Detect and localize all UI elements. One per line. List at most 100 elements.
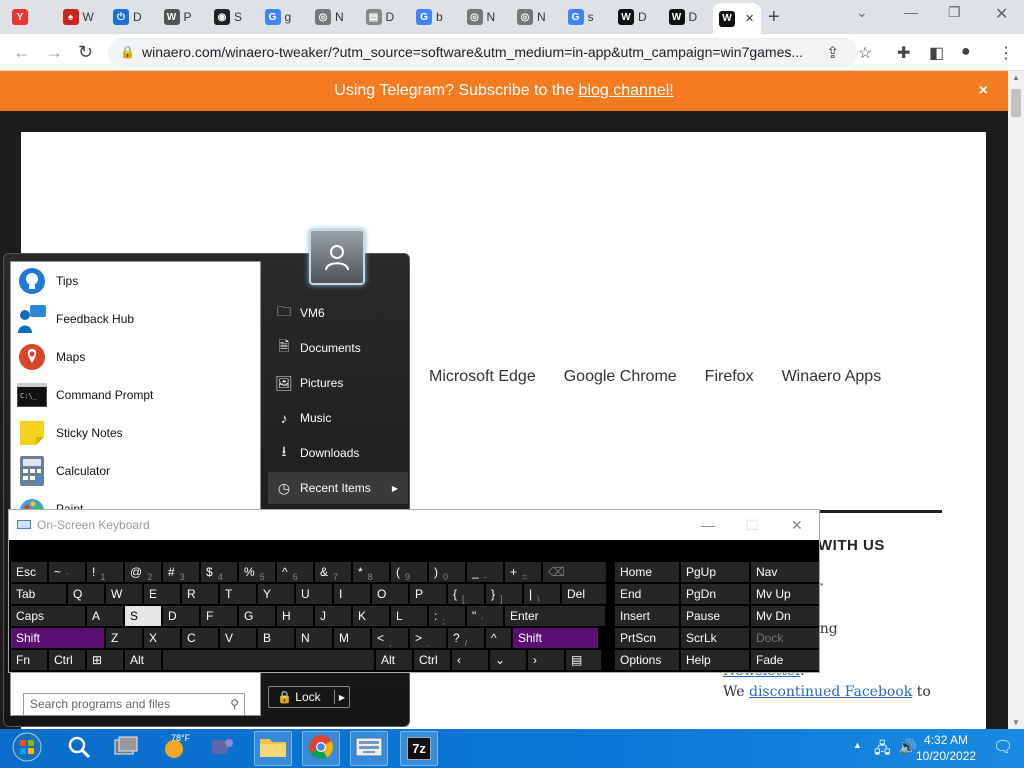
key-enter[interactable]: Enter bbox=[505, 606, 605, 626]
key-x[interactable]: X bbox=[144, 628, 180, 648]
key-<[interactable]: <, bbox=[372, 628, 408, 648]
key-home[interactable]: Home bbox=[615, 562, 679, 582]
key-space[interactable] bbox=[163, 650, 374, 670]
osk-close-button[interactable]: ✕ bbox=[791, 510, 803, 540]
key-end[interactable]: End bbox=[615, 584, 679, 604]
osk-minimize-button[interactable]: — bbox=[701, 510, 715, 540]
key-w[interactable]: W bbox=[106, 584, 142, 604]
browser-tab[interactable]: Gs bbox=[562, 5, 610, 29]
network-icon[interactable]: 🖧 bbox=[874, 738, 891, 763]
browser-tab[interactable]: W ✕ bbox=[713, 3, 761, 34]
key-nav[interactable]: Nav bbox=[751, 562, 819, 582]
key-‹[interactable]: ‹ bbox=[452, 650, 488, 670]
back-button[interactable]: ← bbox=[13, 42, 31, 63]
side-panel-icon[interactable]: ◧ bbox=[929, 43, 944, 63]
browser-tab[interactable]: Gg bbox=[259, 5, 307, 29]
browser-tab[interactable]: ◎ N bbox=[461, 5, 509, 29]
key-o[interactable]: O bbox=[372, 584, 408, 604]
key-s[interactable]: S bbox=[125, 606, 161, 626]
key-)[interactable]: ) 0 bbox=[429, 562, 465, 582]
key-p[interactable]: P bbox=[410, 584, 446, 604]
key-|[interactable]: | \ bbox=[524, 584, 560, 604]
banner-close-button[interactable]: × bbox=[979, 71, 988, 111]
show-hidden-icons-icon[interactable]: ▲ bbox=[853, 740, 862, 750]
browser-tab[interactable]: WD bbox=[663, 5, 711, 29]
key-&[interactable]: & 7 bbox=[315, 562, 351, 582]
key-›[interactable]: › bbox=[528, 650, 564, 670]
key-![interactable]: ! 1 bbox=[87, 562, 123, 582]
key-^[interactable]: ^ bbox=[486, 628, 511, 648]
key-m[interactable]: M bbox=[334, 628, 370, 648]
browser-tab[interactable]: WP bbox=[158, 5, 206, 29]
taskbar-task-view[interactable] bbox=[107, 731, 145, 766]
key-k[interactable]: K bbox=[353, 606, 389, 626]
program-maps[interactable]: Maps bbox=[11, 338, 260, 376]
volume-icon[interactable]: 🔊 bbox=[898, 738, 917, 756]
site-nav-link[interactable]: Firefox bbox=[705, 368, 754, 386]
key-t[interactable]: T bbox=[220, 584, 256, 604]
key-insert[interactable]: Insert bbox=[615, 606, 679, 626]
key-n[interactable]: N bbox=[296, 628, 332, 648]
place-documents[interactable]: 🗎 Documents bbox=[268, 332, 408, 364]
key-$[interactable]: $4 bbox=[201, 562, 237, 582]
program-command-prompt[interactable]: C:\_ Command Prompt bbox=[11, 376, 260, 414]
key-scrlk[interactable]: ScrLk bbox=[681, 628, 749, 648]
place-pictures[interactable]: 🖼 Pictures bbox=[268, 367, 408, 399]
key-mv-up[interactable]: Mv Up bbox=[751, 584, 819, 604]
program-feedback-hub[interactable]: Feedback Hub bbox=[11, 300, 260, 338]
key-?[interactable]: ? / bbox=[448, 628, 484, 648]
key-alt[interactable]: Alt bbox=[125, 650, 161, 670]
key-pgup[interactable]: PgUp bbox=[681, 562, 749, 582]
key-⌫[interactable]: ⌫ bbox=[543, 562, 606, 582]
lock-button[interactable]: 🔒 Lock ▶ bbox=[268, 686, 350, 708]
key-mv-dn[interactable]: Mv Dn bbox=[751, 606, 819, 626]
taskbar-7zip[interactable]: 7z bbox=[400, 731, 438, 766]
key-f[interactable]: F bbox=[201, 606, 237, 626]
key-y[interactable]: Y bbox=[258, 584, 294, 604]
key-shift[interactable]: Shift bbox=[513, 628, 598, 648]
key-*[interactable]: * 8 bbox=[353, 562, 389, 582]
forward-button[interactable]: → bbox=[45, 42, 63, 63]
taskbar-weather[interactable]: 78°F bbox=[157, 731, 195, 766]
key-help[interactable]: Help bbox=[681, 650, 749, 670]
key-b[interactable]: B bbox=[258, 628, 294, 648]
user-avatar[interactable] bbox=[309, 229, 365, 285]
search-programs-input[interactable]: Search programs and files ⚲ bbox=[23, 693, 245, 715]
program-calculator[interactable]: Calculator bbox=[11, 452, 260, 490]
close-tab-icon[interactable]: ✕ bbox=[745, 12, 754, 25]
browser-tab[interactable]: ◎ N bbox=[309, 5, 357, 29]
key-g[interactable]: G bbox=[239, 606, 275, 626]
place-downloads[interactable]: ⭳ Downloads bbox=[268, 437, 408, 469]
scroll-up-icon[interactable]: ▲ bbox=[1012, 73, 1020, 82]
extensions-icon[interactable]: ✚ bbox=[897, 43, 910, 63]
key-ctrl[interactable]: Ctrl bbox=[414, 650, 450, 670]
key-i[interactable]: I bbox=[334, 584, 370, 604]
taskbar-start-orb[interactable] bbox=[8, 731, 46, 766]
key-u[interactable]: U bbox=[296, 584, 332, 604]
key-r[interactable]: R bbox=[182, 584, 218, 604]
key-c[interactable]: C bbox=[182, 628, 218, 648]
reload-button[interactable]: ↻ bbox=[78, 42, 93, 63]
menu-kebab-icon[interactable]: ⋮ bbox=[998, 43, 1014, 63]
key-h[interactable]: H bbox=[277, 606, 313, 626]
key-_[interactable]: _ - bbox=[467, 562, 503, 582]
key-⌄[interactable]: ⌄ bbox=[490, 650, 526, 670]
share-icon[interactable]: ⇪ bbox=[826, 43, 839, 63]
key-fade[interactable]: Fade bbox=[751, 650, 819, 670]
key-%[interactable]: % 5 bbox=[239, 562, 275, 582]
key-{[interactable]: {[ bbox=[448, 584, 484, 604]
key-esc[interactable]: Esc bbox=[11, 562, 47, 582]
browser-tab[interactable]: ♠ W bbox=[57, 5, 105, 29]
key-#[interactable]: #3 bbox=[163, 562, 199, 582]
page-scrollbar[interactable]: ▲ ▼ bbox=[1008, 71, 1024, 729]
browser-tab[interactable]: ◉ S bbox=[208, 5, 256, 29]
key-alt[interactable]: Alt bbox=[376, 650, 412, 670]
search-icon[interactable]: ⚲ bbox=[230, 694, 239, 715]
maximize-button[interactable]: ❐ bbox=[948, 4, 961, 21]
site-nav-link[interactable]: Microsoft Edge bbox=[429, 368, 536, 386]
bookmark-star-icon[interactable]: ☆ bbox=[858, 43, 872, 63]
minimize-button[interactable]: — bbox=[904, 4, 918, 20]
key-prtscn[interactable]: PrtScn bbox=[615, 628, 679, 648]
key->[interactable]: >. bbox=[410, 628, 446, 648]
place-recent-items[interactable]: ◷ Recent Items ▶ bbox=[268, 472, 408, 504]
